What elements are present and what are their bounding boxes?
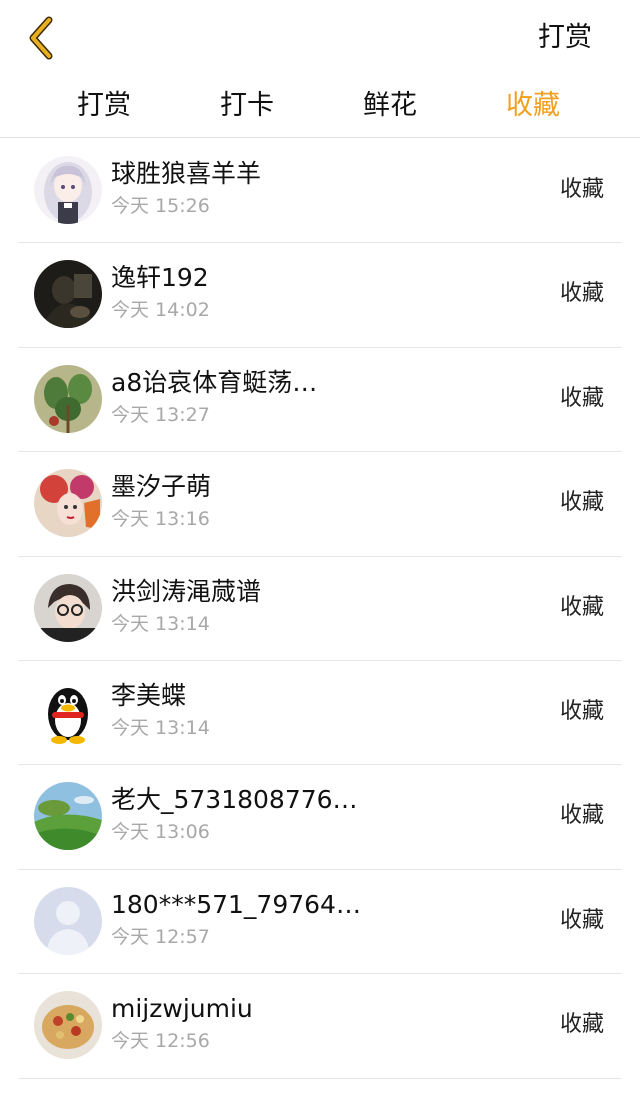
timestamp: 今天 13:14	[111, 612, 210, 635]
opera-mask-avatar	[34, 469, 102, 538]
user-name: 球胜狼喜羊羊	[111, 159, 262, 188]
landscape-avatar	[34, 782, 102, 851]
action-label: 收藏	[559, 803, 604, 829]
list-item[interactable]: 180***571_79764… 今天 12:57 收藏	[18, 870, 622, 975]
action-label: 收藏	[559, 177, 604, 202]
penguin-avatar	[34, 677, 102, 746]
action-label: 收藏	[559, 281, 604, 307]
tab-flowers[interactable]: 鲜花	[335, 84, 445, 128]
tab-checkin[interactable]: 打卡	[192, 84, 302, 128]
list-item[interactable]: 老大_5731808776… 今天 13:06 收藏	[18, 765, 622, 870]
favorites-list: 球胜狼喜羊羊 今天 15:26 收藏 逸轩192 今天 14:02 收藏 a8诒…	[0, 139, 640, 1079]
action-label: 收藏	[559, 1012, 604, 1038]
user-name: a8诒哀体育蜓荡…	[111, 367, 318, 397]
user-name: 墨汐子萌	[111, 472, 212, 502]
food-avatar	[34, 991, 102, 1060]
timestamp: 今天 13:27	[111, 403, 210, 426]
plant-avatar	[34, 364, 102, 433]
action-label: 收藏	[559, 385, 604, 411]
back-button[interactable]	[20, 14, 64, 62]
list-item[interactable]: 球胜狼喜羊羊 今天 15:26 收藏	[18, 139, 622, 244]
list-item[interactable]: 墨汐子萌 今天 13:16 收藏	[18, 452, 622, 557]
list-item[interactable]: mijzwjumiu 今天 12:56 收藏	[18, 974, 622, 1079]
timestamp: 今天 13:14	[111, 716, 210, 739]
dark-photo-avatar	[34, 260, 102, 329]
user-name: 180***571_79764…	[111, 889, 361, 919]
user-name: 老大_5731808776…	[111, 785, 358, 815]
tab-reward[interactable]: 打赏	[49, 84, 159, 128]
default-user-avatar	[34, 886, 102, 955]
list-item[interactable]: a8诒哀体育蜓荡… 今天 13:27 收藏	[18, 348, 622, 453]
user-name: 逸轩192	[111, 263, 209, 293]
glasses-avatar	[34, 573, 102, 642]
chevron-left-icon	[29, 16, 53, 60]
tab-favorites[interactable]: 收藏	[478, 84, 588, 128]
list-item[interactable]: 逸轩192 今天 14:02 收藏	[18, 243, 622, 348]
list-item[interactable]: 洪剑涛渑蒇谱 今天 13:14 收藏	[18, 557, 622, 661]
user-name: mijzwjumiu	[111, 994, 253, 1024]
anime-girl-avatar	[34, 156, 102, 224]
action-label: 收藏	[559, 490, 604, 516]
reward-button[interactable]: 打赏	[538, 20, 592, 56]
user-name: 洪剑涛渑蒇谱	[111, 576, 262, 606]
timestamp: 今天 14:02	[111, 299, 210, 322]
timestamp: 今天 13:16	[111, 508, 210, 531]
top-bar: 打赏	[0, 0, 640, 78]
action-label: 收藏	[559, 698, 604, 724]
timestamp: 今天 12:57	[111, 925, 210, 948]
user-name: 李美蝶	[111, 680, 187, 710]
timestamp: 今天 15:26	[111, 195, 210, 217]
action-label: 收藏	[559, 594, 604, 620]
tab-bar: 打赏 打卡 鲜花 收藏	[0, 78, 640, 138]
timestamp: 今天 12:56	[111, 1030, 210, 1053]
list-item[interactable]: 李美蝶 今天 13:14 收藏	[18, 661, 622, 766]
action-label: 收藏	[559, 907, 604, 933]
timestamp: 今天 13:06	[111, 821, 210, 844]
